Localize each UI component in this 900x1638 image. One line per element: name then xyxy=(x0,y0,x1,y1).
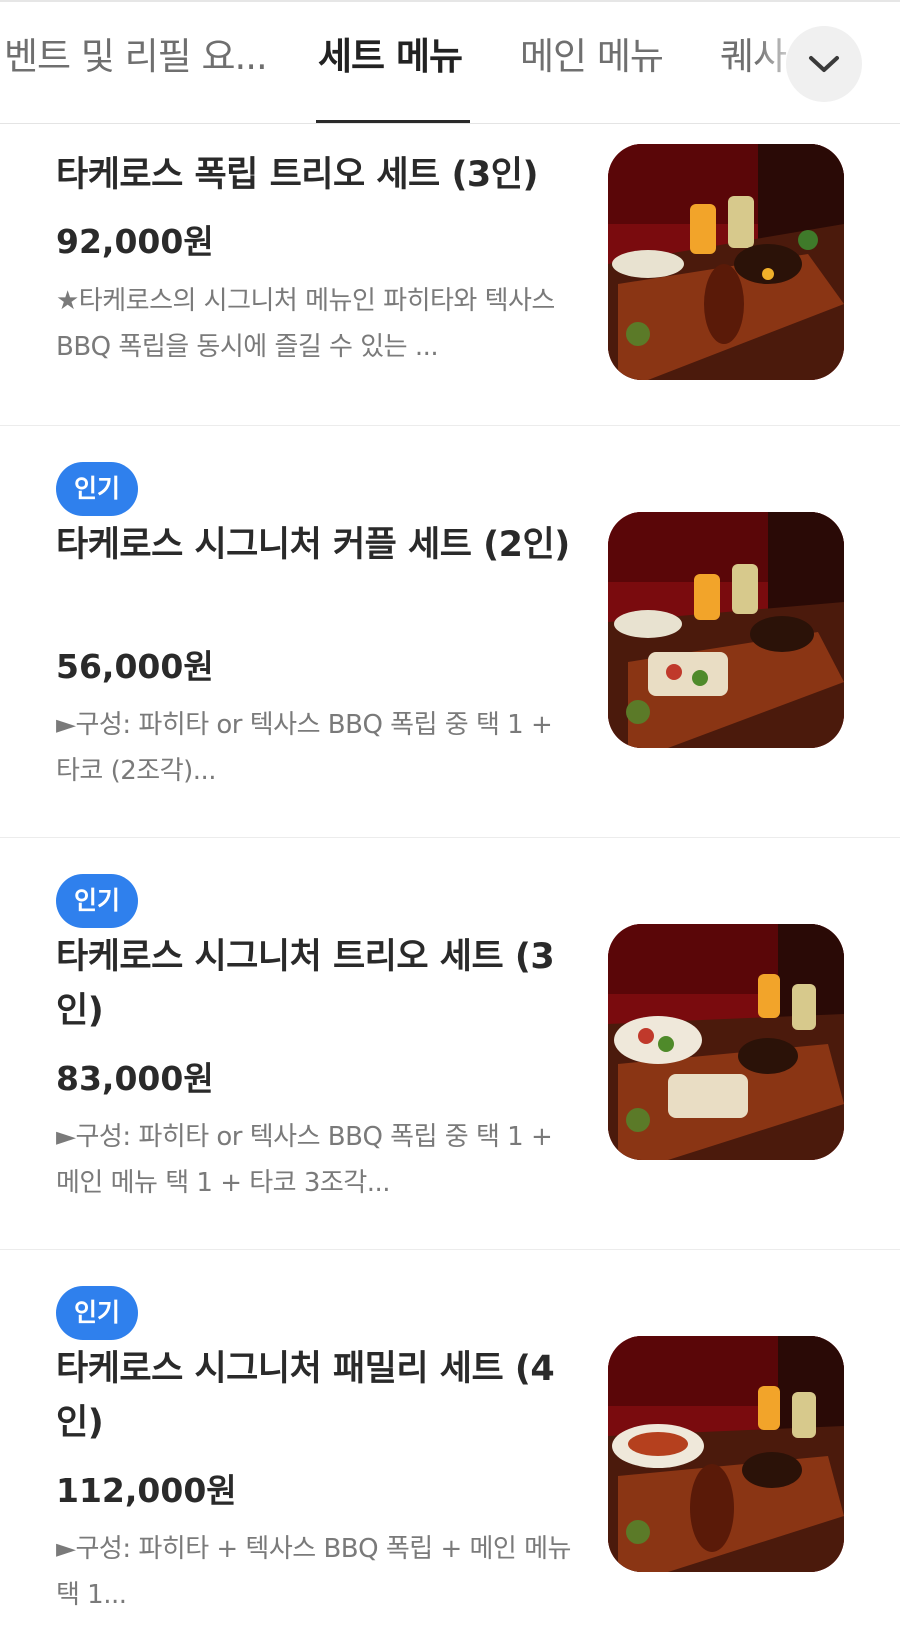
popular-badge: 인기 xyxy=(56,1286,138,1340)
tab-events-refill[interactable]: 벤트 및 리필 요... xyxy=(4,30,268,84)
menu-item[interactable]: 인기 타케로스 시그니처 패밀리 세트 (4인) 112,000원 ►구성: 파… xyxy=(0,1250,900,1638)
menu-item-photo xyxy=(608,512,844,748)
menu-item-title: 타케로스 시그니처 패밀리 세트 (4인) xyxy=(56,1349,555,1443)
menu-item-photo xyxy=(608,924,844,1160)
category-tab-bar: 벤트 및 리필 요... 세트 메뉴 메인 메뉴 퀘사 xyxy=(0,0,900,124)
menu-item-title: 타케로스 시그니처 트리오 세트 (3인) xyxy=(56,937,555,1031)
menu-item-description: ★타케로스의 시그니처 메뉴인 파히타와 텍사스 BBQ 폭립을 동시에 즐길 … xyxy=(56,286,555,362)
menu-item-price: 92,000원 xyxy=(56,222,214,261)
menu-item[interactable]: 타케로스 폭립 트리오 세트 (3인) 92,000원 ★타케로스의 시그니처 … xyxy=(0,124,900,426)
tab-set-menu[interactable]: 세트 메뉴 xyxy=(318,30,463,84)
menu-item-description: ►구성: 파히타 or 텍사스 BBQ 폭립 중 택 1 + 메인 메뉴 택 1… xyxy=(56,1122,553,1198)
tab-main-menu[interactable]: 메인 메뉴 xyxy=(520,30,664,84)
menu-item-title: 타케로스 시그니처 커플 세트 (2인) xyxy=(56,525,570,565)
menu-item-price: 83,000원 xyxy=(56,1059,214,1098)
menu-item-photo xyxy=(608,1336,844,1572)
menu-item-price: 56,000원 xyxy=(56,647,214,686)
menu-item-price: 112,000원 xyxy=(56,1471,237,1510)
menu-item-description: ►구성: 파히타 or 텍사스 BBQ 폭립 중 택 1 + 타코 (2조각).… xyxy=(56,710,553,786)
menu-item[interactable]: 인기 타케로스 시그니처 트리오 세트 (3인) 83,000원 ►구성: 파히… xyxy=(0,838,900,1250)
expand-categories-button[interactable] xyxy=(786,26,862,102)
popular-badge: 인기 xyxy=(56,462,138,516)
menu-item-title: 타케로스 폭립 트리오 세트 (3인) xyxy=(56,155,539,195)
popular-badge: 인기 xyxy=(56,874,138,928)
menu-item[interactable]: 인기 타케로스 시그니처 커플 세트 (2인) 56,000원 ►구성: 파히타… xyxy=(0,426,900,838)
chevron-down-icon xyxy=(809,56,839,72)
menu-item-description: ►구성: 파히타 + 텍사스 BBQ 폭립 + 메인 메뉴 택 1... xyxy=(56,1534,571,1610)
menu-item-photo xyxy=(608,144,844,380)
